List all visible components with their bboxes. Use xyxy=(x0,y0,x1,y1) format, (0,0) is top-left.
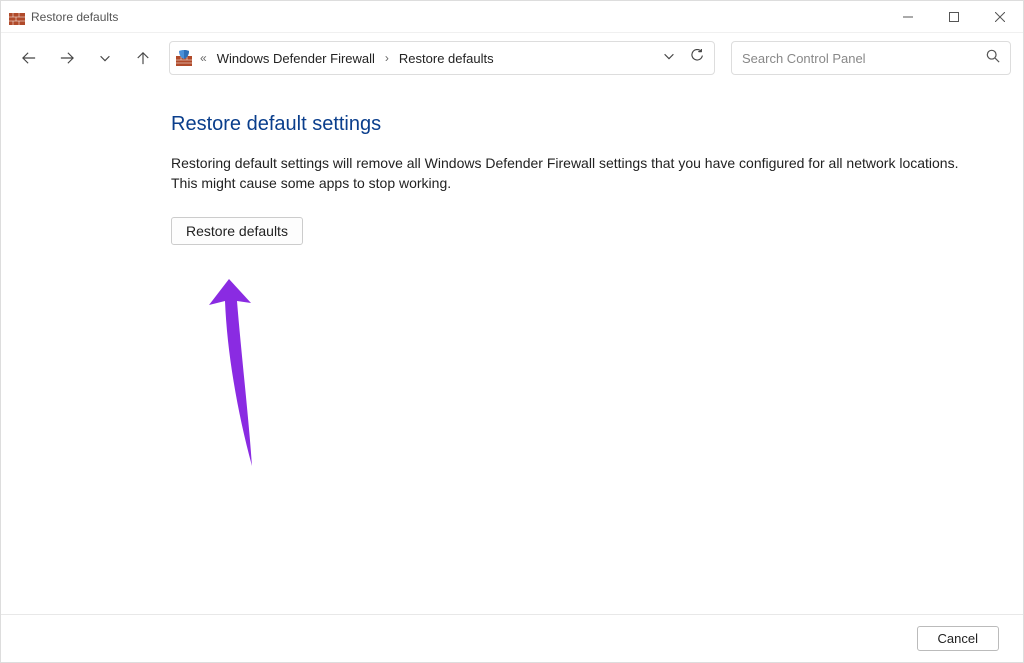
toolbar: « Windows Defender Firewall › Restore de… xyxy=(1,33,1023,83)
close-button[interactable] xyxy=(977,1,1023,32)
breadcrumb-parent[interactable]: Windows Defender Firewall xyxy=(215,49,377,68)
refresh-icon[interactable] xyxy=(690,49,704,68)
back-button[interactable] xyxy=(13,41,45,75)
search-box[interactable] xyxy=(731,41,1011,75)
page-heading: Restore default settings xyxy=(171,113,999,136)
chevron-left-icon[interactable]: « xyxy=(198,51,209,65)
minimize-button[interactable] xyxy=(885,1,931,32)
titlebar: Restore defaults xyxy=(1,1,1023,33)
cancel-button[interactable]: Cancel xyxy=(917,626,999,651)
page-description: Restoring default settings will remove a… xyxy=(171,154,971,193)
search-input[interactable] xyxy=(742,51,986,66)
content-area: Restore default settings Restoring defau… xyxy=(1,83,1023,614)
search-icon[interactable] xyxy=(986,49,1000,68)
forward-button[interactable] xyxy=(51,41,83,75)
maximize-button[interactable] xyxy=(931,1,977,32)
restore-defaults-button[interactable]: Restore defaults xyxy=(171,217,303,245)
recent-locations-dropdown[interactable] xyxy=(89,41,121,75)
address-dropdown-icon[interactable] xyxy=(662,49,676,68)
address-bar[interactable]: « Windows Defender Firewall › Restore de… xyxy=(169,41,715,75)
breadcrumb-current[interactable]: Restore defaults xyxy=(397,49,496,68)
window-controls xyxy=(885,1,1023,32)
footer-bar: Cancel xyxy=(1,614,1023,662)
chevron-right-icon: › xyxy=(383,51,391,65)
firewall-icon xyxy=(9,9,25,25)
up-button[interactable] xyxy=(127,41,159,75)
firewall-shield-icon xyxy=(176,50,192,66)
annotation-arrow-icon xyxy=(197,271,277,471)
window-title: Restore defaults xyxy=(31,10,885,24)
